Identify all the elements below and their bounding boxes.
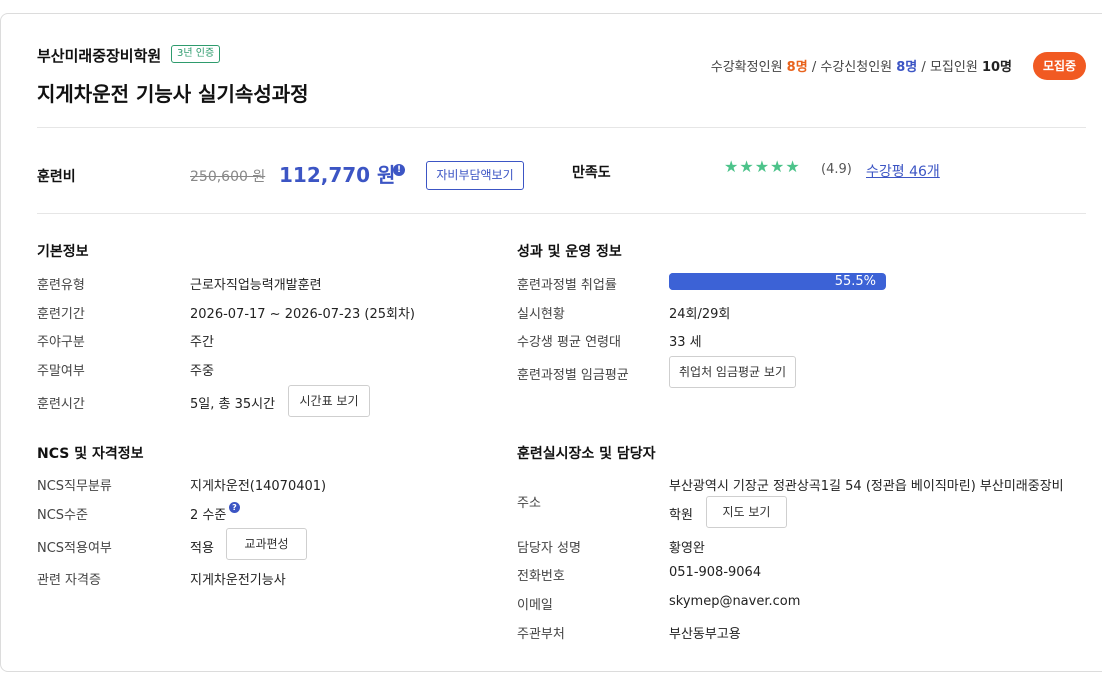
ncs-level-label: NCS수준 <box>37 508 88 523</box>
help-icon[interactable]: ? <box>229 502 240 513</box>
ncs-job-label: NCS직무분류 <box>37 479 112 494</box>
satisfaction-label: 만족도 <box>572 165 611 181</box>
employment-rate-text: 55.5% <box>834 274 876 289</box>
employment-label: 훈련과정별 취업률 <box>517 278 617 293</box>
ncs-job-value: 지게차운전(14070401) <box>190 479 327 494</box>
location-title: 훈련실시장소 및 담당자 <box>517 446 656 462</box>
office-value: 부산동부고용 <box>669 627 741 642</box>
email-label: 이메일 <box>517 598 553 613</box>
performance-title: 성과 및 운영 정보 <box>517 244 622 260</box>
sessions-label: 실시현황 <box>517 307 565 322</box>
manager-value: 황영완 <box>669 541 705 556</box>
divider <box>37 213 1086 214</box>
divider <box>37 127 1086 128</box>
fee-original: 250,600 원 <box>190 169 266 185</box>
cert-badge: 3년 인증 <box>171 45 221 63</box>
separator: / <box>811 60 817 75</box>
confirmed-label: 수강확정인원 <box>710 60 783 75</box>
row-label: 주말여부 <box>37 364 85 379</box>
employment-progress-bar: 55.5% <box>669 273 886 290</box>
employment-progress-fill <box>669 273 790 290</box>
fee-label: 훈련비 <box>37 169 76 185</box>
row-value: 5일, 총 35시간 <box>190 397 276 412</box>
ncs-apply-label: NCS적용여부 <box>37 541 112 556</box>
wage-label: 훈련과정별 임금평균 <box>517 368 629 383</box>
address-label: 주소 <box>517 496 541 511</box>
age-value: 33 세 <box>669 335 702 350</box>
row-label: 훈련기간 <box>37 307 85 322</box>
ncs-title: NCS 및 자격정보 <box>37 446 144 462</box>
star-rating-icon: ★★★★★ <box>724 157 801 176</box>
phone-value: 051-908-9064 <box>669 565 762 580</box>
institution-name[interactable]: 부산미래중장비학원 <box>37 45 161 66</box>
curriculum-button[interactable]: 교과편성 <box>226 528 307 560</box>
applied-value: 8명 <box>896 60 918 75</box>
row-label: 훈련시간 <box>37 397 85 412</box>
email-value[interactable]: skymep@naver.com <box>669 594 800 609</box>
timetable-button[interactable]: 시간표 보기 <box>288 385 370 417</box>
sessions-value: 24회/29회 <box>669 307 731 322</box>
office-label: 주관부처 <box>517 627 565 642</box>
ncs-level-value: 2 수준 <box>190 508 227 523</box>
fee-price: 112,770 원 <box>279 163 396 187</box>
wage-button[interactable]: 취업처 임금평균 보기 <box>669 356 796 388</box>
applied-label: 수강신청인원 <box>820 60 893 75</box>
age-label: 수강생 평균 연령대 <box>517 335 621 350</box>
manager-label: 담당자 성명 <box>517 541 581 556</box>
ncs-apply-value: 적용 <box>190 541 214 556</box>
row-value: 근로자직업능력개발훈련 <box>190 278 322 293</box>
enrollment-summary: 수강확정인원 8명 / 수강신청인원 8명 / 모집인원 10명 <box>711 56 1012 75</box>
confirmed-value: 8명 <box>786 60 808 75</box>
recruit-label: 모집인원 <box>929 60 978 75</box>
address-line1: 부산광역시 기장군 정관상곡1길 54 (정관읍 베이직마린) 부산미래중장비 <box>669 479 1064 494</box>
row-value: 2026-07-17 ~ 2026-07-23 (25회차) <box>190 307 415 322</box>
map-button[interactable]: 지도 보기 <box>706 496 787 528</box>
phone-label: 전화번호 <box>517 569 565 584</box>
review-link[interactable]: 수강평 46개 <box>866 161 940 181</box>
address-line2: 학원 <box>669 508 693 523</box>
course-title: 지게차운전 기능사 실기속성과정 <box>37 82 309 106</box>
separator: / <box>921 60 926 75</box>
status-badge: 모집중 <box>1033 52 1086 80</box>
basic-info-title: 기본정보 <box>37 244 89 260</box>
cert-label: 관련 자격증 <box>37 573 101 588</box>
row-value: 주간 <box>190 335 214 350</box>
self-pay-button[interactable]: 자비부담액보기 <box>426 161 524 190</box>
cert-value: 지게차운전기능사 <box>190 573 286 588</box>
recruit-value: 10명 <box>981 60 1012 75</box>
rating-value: (4.9) <box>821 162 852 177</box>
info-icon[interactable]: ! <box>393 164 405 176</box>
row-label: 훈련유형 <box>37 278 85 293</box>
row-label: 주야구분 <box>37 335 85 350</box>
row-value: 주중 <box>190 364 214 379</box>
